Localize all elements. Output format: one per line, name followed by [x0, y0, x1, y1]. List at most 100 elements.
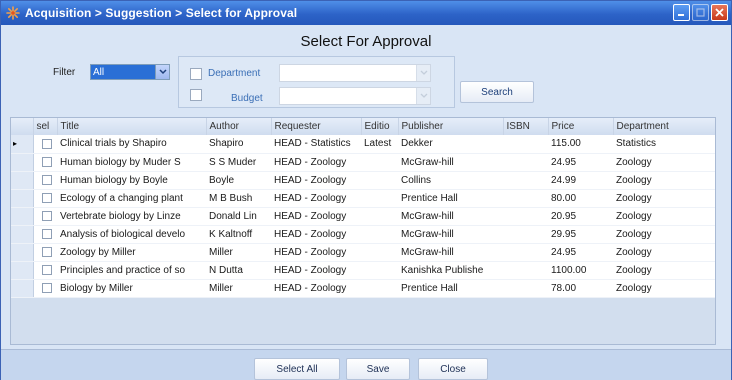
- table-row[interactable]: Biology by Miller Miller HEAD - Zoology Pre…: [11, 279, 715, 298]
- department-label: Department: [208, 68, 261, 79]
- column-header[interactable]: ISBN: [503, 118, 549, 135]
- maximize-icon[interactable]: [692, 4, 709, 21]
- table-row[interactable]: Vertebrate biology by Linze Donald Lin HEA…: [11, 207, 715, 226]
- close-button[interactable]: Close: [418, 358, 488, 380]
- column-header[interactable]: Publisher: [398, 118, 504, 135]
- row-indicator[interactable]: [11, 225, 34, 244]
- edition-cell: [361, 171, 398, 190]
- title-bar[interactable]: Acquisition > Suggestion > Select for Ap…: [1, 1, 731, 25]
- requester-cell: HEAD - Zoology: [271, 207, 361, 226]
- price-cell: 20.95: [548, 207, 613, 226]
- row-indicator[interactable]: [11, 261, 34, 280]
- filter-select[interactable]: All: [90, 64, 170, 80]
- row-select-checkbox[interactable]: [41, 138, 52, 149]
- author-cell: Miller: [206, 279, 271, 298]
- column-header[interactable]: Author: [206, 118, 272, 135]
- column-header[interactable]: Title: [57, 118, 207, 135]
- table-row[interactable]: Analysis of biological develo K Kaltnoff H…: [11, 225, 715, 244]
- row-select-checkbox[interactable]: [41, 192, 52, 203]
- column-header[interactable]: Department: [613, 118, 715, 135]
- isbn-cell: [503, 135, 548, 154]
- search-button[interactable]: Search: [460, 81, 534, 103]
- isbn-cell: [503, 153, 548, 172]
- column-header[interactable]: Requester: [271, 118, 362, 135]
- grid-body: ▸ Clinical trials by Shapiro Shapiro HEAD -…: [11, 135, 715, 298]
- requester-cell: HEAD - Zoology: [271, 171, 361, 190]
- publisher-cell: Collins: [398, 171, 503, 190]
- table-row[interactable]: Human biology by Boyle Boyle HEAD - Zoolog…: [11, 171, 715, 190]
- title-cell: Clinical trials by Shapiro: [57, 135, 206, 154]
- author-cell: Donald Lin: [206, 207, 271, 226]
- row-select-checkbox[interactable]: [41, 264, 52, 275]
- row-indicator[interactable]: ▸: [11, 135, 34, 154]
- publisher-cell: Prentice Hall: [398, 189, 503, 208]
- table-row[interactable]: Human biology by Muder SS S Muder HEAD - …: [11, 153, 715, 172]
- save-button[interactable]: Save: [346, 358, 410, 380]
- row-indicator-header: [11, 118, 34, 135]
- title-cell: Human biology by Boyle: [57, 171, 206, 190]
- row-select-checkbox[interactable]: [41, 210, 52, 221]
- requester-cell: HEAD - Zoology: [271, 279, 361, 298]
- minimize-icon[interactable]: [673, 4, 690, 21]
- table-row[interactable]: Principles and practice of so N Dutta HEAD…: [11, 261, 715, 280]
- select-cell: [33, 171, 57, 190]
- requester-cell: HEAD - Zoology: [271, 243, 361, 262]
- row-indicator[interactable]: [11, 279, 34, 298]
- row-indicator[interactable]: [11, 207, 34, 226]
- select-cell: [33, 189, 57, 208]
- budget-select[interactable]: [279, 87, 431, 105]
- table-row[interactable]: Zoology by Miller Miller HEAD - Zoology McG…: [11, 243, 715, 262]
- budget-label: Budget: [231, 93, 263, 104]
- column-header[interactable]: Price: [548, 118, 614, 135]
- row-indicator[interactable]: [11, 171, 34, 190]
- row-select-checkbox[interactable]: [41, 174, 52, 185]
- requester-cell: HEAD - Statistics: [271, 135, 361, 154]
- select-cell: [33, 135, 57, 154]
- grid-header-row: sel Title Author Requester Editio Publis…: [11, 118, 715, 135]
- department-select[interactable]: [279, 64, 431, 82]
- select-all-button[interactable]: Select All: [254, 358, 340, 380]
- filter-label: Filter: [53, 67, 76, 78]
- row-select-checkbox[interactable]: [41, 228, 52, 239]
- select-cell: [33, 225, 57, 244]
- window-title: Acquisition > Suggestion > Select for Ap…: [25, 6, 298, 20]
- row-select-checkbox[interactable]: [41, 282, 52, 293]
- budget-checkbox[interactable]: [190, 89, 202, 101]
- table-row[interactable]: ▸ Clinical trials by Shapiro Shapiro HEAD -…: [11, 135, 715, 154]
- price-cell: 29.95: [548, 225, 613, 244]
- chevron-down-icon[interactable]: [416, 65, 430, 81]
- edition-cell: [361, 225, 398, 244]
- publisher-cell: McGraw-hill: [398, 243, 503, 262]
- row-indicator[interactable]: [11, 243, 34, 262]
- title-cell: Zoology by Miller: [57, 243, 206, 262]
- row-select-checkbox[interactable]: [41, 156, 52, 167]
- chevron-down-icon[interactable]: [416, 88, 430, 104]
- title-cell: Human biology by Muder S: [57, 153, 206, 172]
- edition-cell: [361, 243, 398, 262]
- row-indicator[interactable]: [11, 189, 34, 208]
- row-indicator[interactable]: [11, 153, 34, 172]
- edition-cell: [361, 261, 398, 280]
- table-row[interactable]: Ecology of a changing plant M B Bush HEAD …: [11, 189, 715, 208]
- column-header[interactable]: Editio: [361, 118, 399, 135]
- requester-cell: HEAD - Zoology: [271, 225, 361, 244]
- title-cell: Biology by Miller: [57, 279, 206, 298]
- department-checkbox[interactable]: [190, 68, 202, 80]
- department-cell: Zoology: [613, 189, 715, 208]
- publisher-cell: Dekker: [398, 135, 503, 154]
- close-icon[interactable]: [711, 4, 728, 21]
- suggestions-grid: sel Title Author Requester Editio Publis…: [10, 117, 716, 345]
- department-cell: Zoology: [613, 243, 715, 262]
- department-cell: Statistics: [613, 135, 715, 154]
- select-cell: [33, 261, 57, 280]
- isbn-cell: [503, 279, 548, 298]
- row-select-checkbox[interactable]: [41, 246, 52, 257]
- edition-cell: Latest: [361, 135, 398, 154]
- requester-cell: HEAD - Zoology: [271, 261, 361, 280]
- price-cell: 24.99: [548, 171, 613, 190]
- department-cell: Zoology: [613, 261, 715, 280]
- column-header[interactable]: sel: [33, 118, 58, 135]
- chevron-down-icon[interactable]: [155, 65, 169, 79]
- price-cell: 1100.00: [548, 261, 613, 280]
- isbn-cell: [503, 207, 548, 226]
